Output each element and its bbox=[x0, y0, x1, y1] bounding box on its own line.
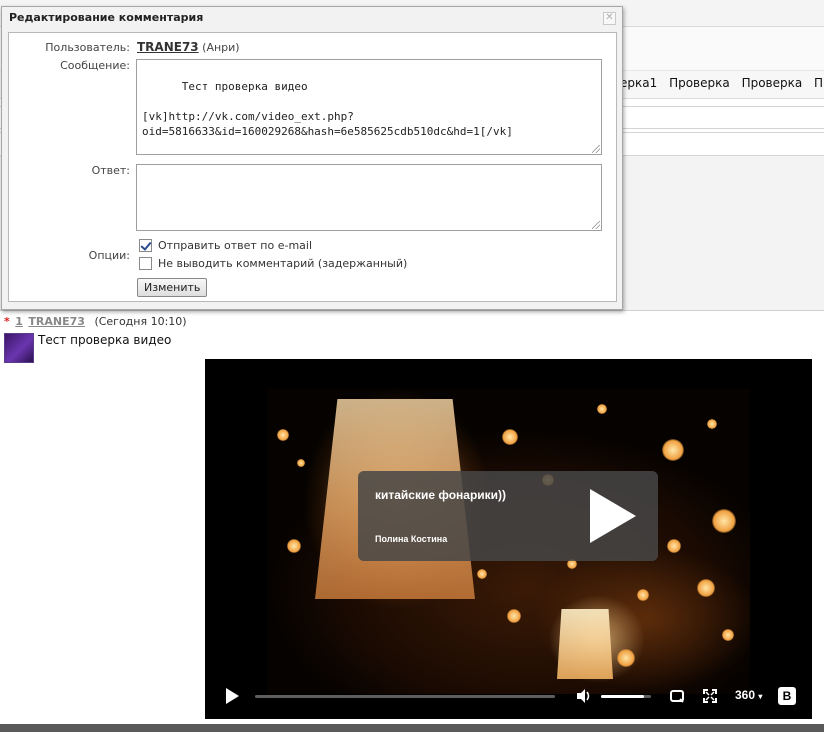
close-icon[interactable]: ✕ bbox=[603, 12, 616, 25]
message-text: Тест проверка видео [vk]http://vk.com/vi… bbox=[142, 80, 513, 138]
tab-label[interactable]: Проверка bbox=[669, 76, 730, 90]
page-bottom-bar bbox=[0, 724, 824, 732]
play-icon[interactable] bbox=[590, 489, 636, 543]
light-dot bbox=[502, 429, 518, 445]
quality-selector[interactable]: 360 ▾ bbox=[735, 688, 762, 702]
option-hide[interactable]: Не выводить комментарий (задержанный) bbox=[139, 257, 407, 270]
comment-author-link[interactable]: TRANE73 bbox=[28, 315, 85, 328]
player-controls: 360 ▾ В bbox=[205, 683, 812, 711]
dialog-form: Пользователь: TRANE73 (Анри) Сообщение: … bbox=[8, 32, 617, 302]
option-hide-label: Не выводить комментарий (задержанный) bbox=[158, 257, 408, 270]
message-textarea[interactable]: Тест проверка видео [vk]http://vk.com/vi… bbox=[136, 59, 602, 155]
light-dot bbox=[617, 649, 635, 667]
tab-label[interactable]: Пров bbox=[814, 76, 824, 90]
light-dot bbox=[637, 589, 649, 601]
reply-textarea[interactable] bbox=[136, 164, 602, 231]
dialog-title: Редактирование комментария bbox=[9, 11, 204, 24]
light-dot bbox=[667, 539, 681, 553]
video-author[interactable]: Полина Костина bbox=[375, 534, 447, 544]
video-info-overlay[interactable]: китайские фонарики)) Полина Костина bbox=[358, 471, 658, 561]
light-dot bbox=[597, 404, 607, 414]
light-dot bbox=[507, 609, 521, 623]
light-dot bbox=[722, 629, 734, 641]
hide-checkbox[interactable] bbox=[139, 257, 152, 270]
comment-header: * 1 TRANE73 (Сегодня 10:10) bbox=[4, 315, 187, 328]
progress-bar[interactable] bbox=[255, 695, 555, 698]
message-label: Сообщение: bbox=[60, 59, 130, 72]
option-email-label: Отправить ответ по e-mail bbox=[158, 239, 313, 252]
play-button-icon[interactable] bbox=[226, 688, 239, 704]
lantern-shape bbox=[557, 609, 613, 679]
light-dot bbox=[662, 439, 684, 461]
email-checkbox[interactable] bbox=[139, 239, 152, 252]
video-player[interactable]: китайские фонарики)) Полина Костина 360 … bbox=[205, 359, 812, 719]
submit-button[interactable]: Изменить bbox=[137, 278, 208, 297]
comment-text: Тест проверка видео bbox=[38, 333, 172, 347]
volume-fill bbox=[601, 695, 644, 698]
light-dot bbox=[277, 429, 289, 441]
tab-label[interactable]: ерка1 bbox=[620, 76, 657, 90]
page-tabs: ерка1 Проверка Проверка Пров bbox=[620, 76, 824, 90]
video-title[interactable]: китайские фонарики)) bbox=[375, 488, 506, 502]
volume-icon[interactable] bbox=[575, 687, 593, 705]
light-dot bbox=[712, 509, 736, 533]
option-email[interactable]: Отправить ответ по e-mail bbox=[139, 239, 312, 252]
options-label: Опции: bbox=[88, 249, 130, 262]
new-star-icon: * bbox=[4, 315, 10, 328]
loop-icon[interactable] bbox=[669, 688, 685, 704]
tab-label[interactable]: Проверка bbox=[742, 76, 803, 90]
quality-value: 360 bbox=[735, 688, 756, 702]
light-dot bbox=[707, 419, 717, 429]
comment-number-link[interactable]: 1 bbox=[15, 315, 23, 328]
user-label: Пользователь: bbox=[45, 41, 130, 54]
edit-comment-dialog: Редактирование комментария ✕ Пользовател… bbox=[1, 6, 623, 310]
user-info: TRANE73 (Анри) bbox=[137, 40, 240, 54]
light-dot bbox=[297, 459, 305, 467]
light-dot bbox=[477, 569, 487, 579]
reply-label: Ответ: bbox=[91, 164, 130, 177]
volume-slider[interactable] bbox=[601, 695, 651, 698]
comment-time: (Сегодня 10:10) bbox=[94, 315, 187, 328]
avatar[interactable] bbox=[4, 333, 34, 363]
light-dot bbox=[697, 579, 715, 597]
fullscreen-icon[interactable] bbox=[702, 688, 718, 704]
vk-logo-icon[interactable]: В bbox=[778, 687, 796, 705]
light-dot bbox=[287, 539, 301, 553]
resize-grip-icon[interactable] bbox=[592, 145, 600, 153]
resize-grip-icon[interactable] bbox=[592, 221, 600, 229]
user-realname: (Анри) bbox=[202, 41, 240, 54]
user-name-link[interactable]: TRANE73 bbox=[137, 40, 199, 54]
chevron-down-icon: ▾ bbox=[758, 692, 763, 701]
